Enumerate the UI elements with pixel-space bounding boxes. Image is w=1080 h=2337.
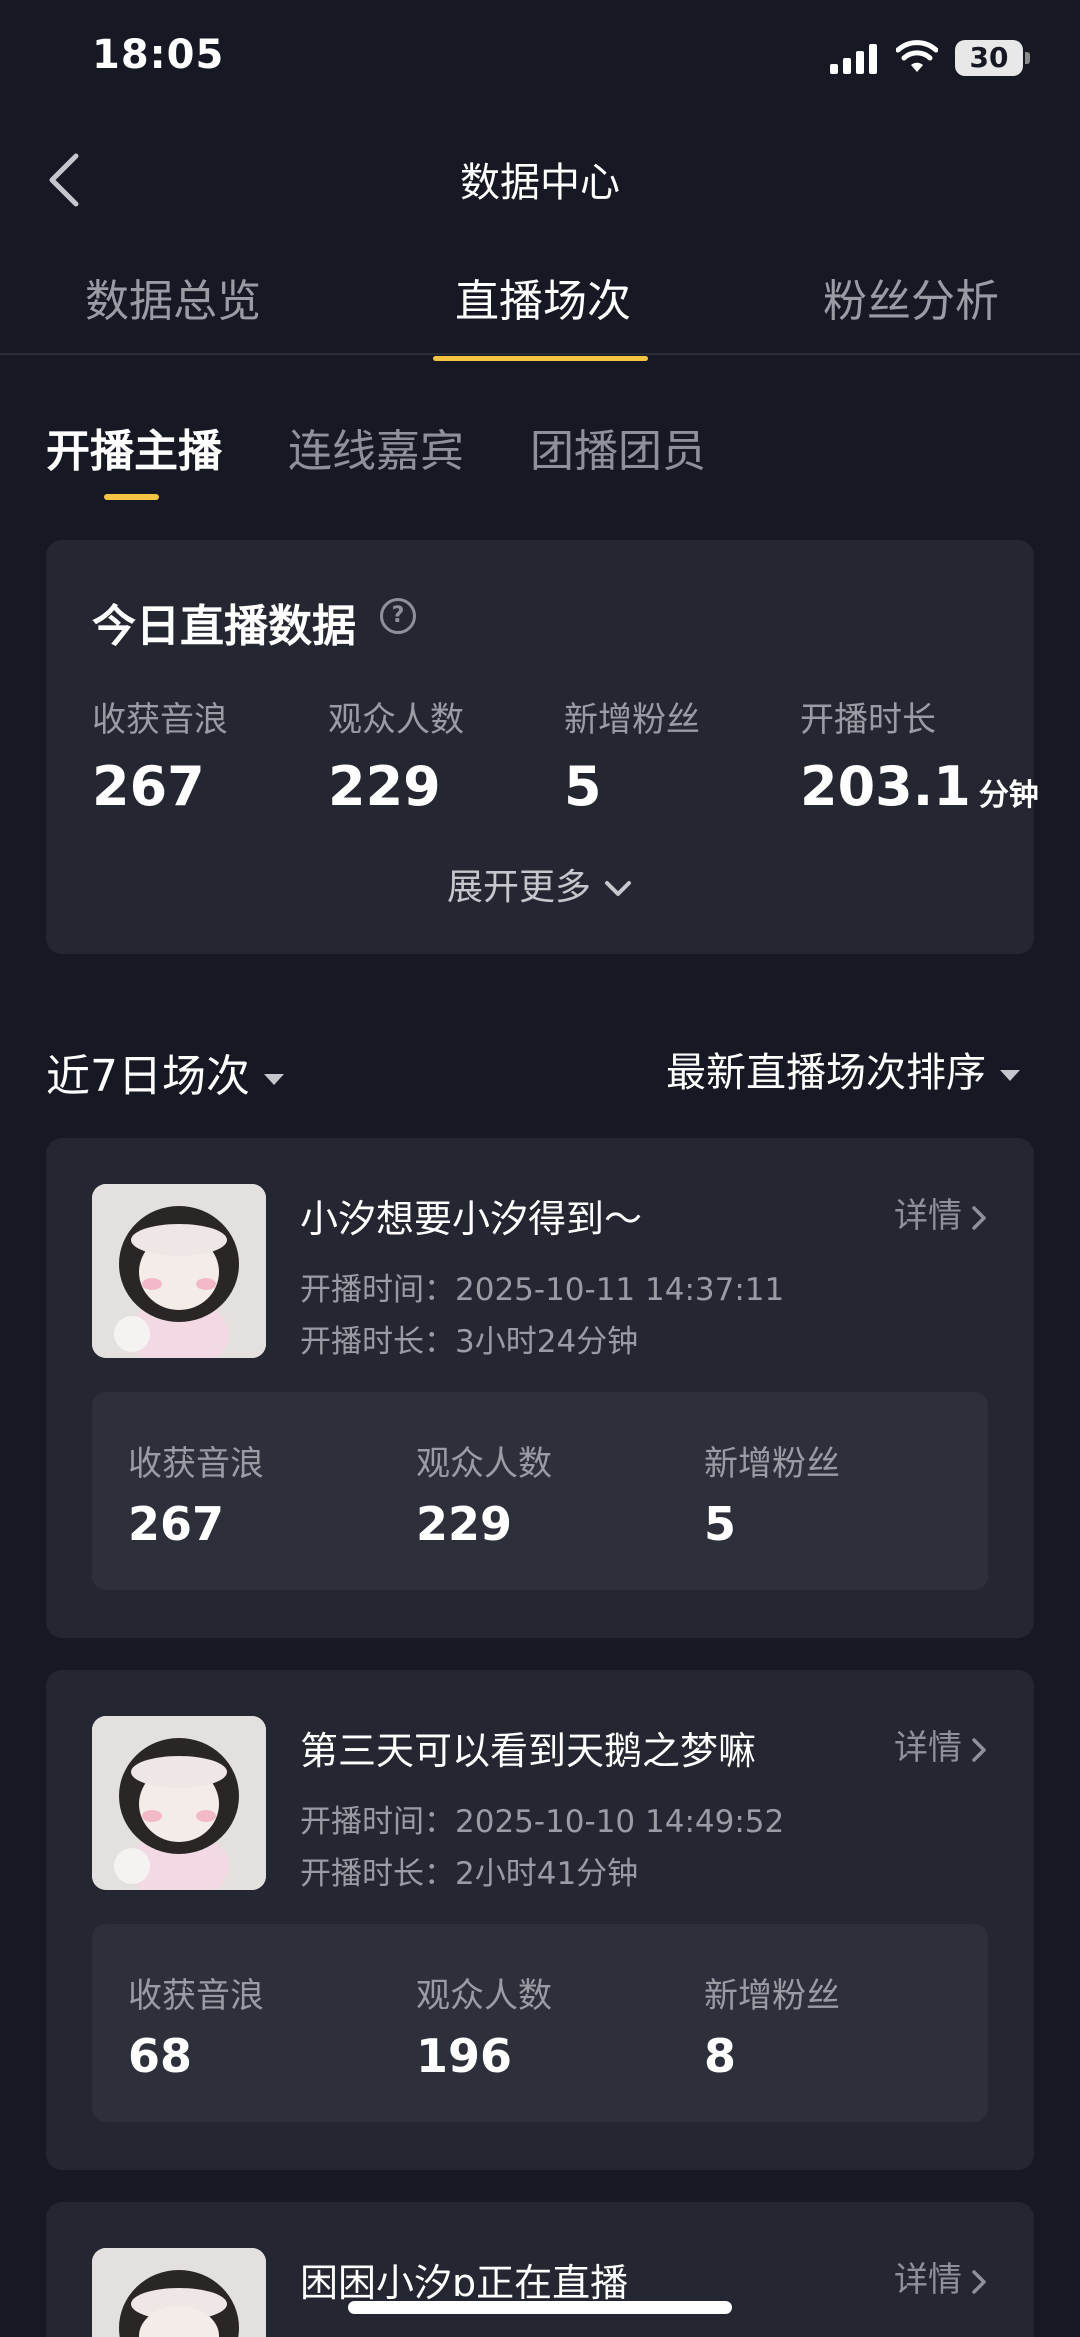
chevron-right-icon — [972, 2269, 986, 2294]
stat-unit: 分钟 — [978, 778, 1039, 813]
stat-label: 收获音浪 — [128, 1444, 264, 1484]
today-title: 今日直播数据 — [92, 601, 356, 652]
signal-icon — [830, 44, 877, 74]
session-thumbnail — [92, 1184, 266, 1358]
stat-label: 开播时长 — [800, 700, 936, 740]
stat-value: 267 — [128, 1497, 225, 1551]
session-card[interactable]: 困困小汐ɒ正在直播 详情 — [46, 2202, 1034, 2337]
tab-fan-analysis[interactable]: 粉丝分析 — [823, 265, 999, 329]
start-value: 2025-10-10 14:49:52 — [455, 1804, 785, 1840]
battery-cap — [1025, 52, 1030, 64]
duration-value: 3小时24分钟 — [455, 1324, 639, 1360]
stat-label: 收获音浪 — [92, 700, 228, 740]
stat-duration: 开播时长 203.1 分钟 — [800, 692, 1039, 818]
today-stats-card: 今日直播数据 ? 收获音浪 267 观众人数 229 新增粉丝 5 开播时长 2… — [46, 540, 1039, 954]
stat-label: 收获音浪 — [128, 1976, 264, 2016]
chevron-down-icon — [605, 881, 631, 896]
session-thumbnail — [92, 1716, 266, 1890]
session-thumbnail — [92, 2248, 266, 2337]
stat-value: 229 — [416, 1497, 513, 1551]
session-stat-gifts: 收获音浪 267 — [128, 1436, 264, 1551]
session-detail-link[interactable]: 详情 — [894, 1188, 988, 1237]
session-stats: 收获音浪 267 观众人数 229 新增粉丝 5 — [92, 1392, 988, 1590]
expand-more-button[interactable]: 展开更多 — [46, 858, 1034, 910]
session-stat-gifts: 收获音浪 68 — [128, 1968, 264, 2083]
stat-label: 观众人数 — [416, 1444, 552, 1484]
stat-value: 196 — [416, 2029, 513, 2083]
session-stat-viewers: 观众人数 196 — [416, 1968, 552, 2083]
active-tab-indicator — [433, 356, 648, 361]
chevron-right-icon — [972, 1737, 986, 1762]
stat-label: 观众人数 — [328, 700, 464, 740]
subtab-team[interactable]: 团播团员 — [530, 415, 706, 479]
expand-label: 展开更多 — [446, 867, 591, 908]
session-start-time: 开播时间：2025-10-10 14:49:52 — [300, 1796, 784, 1841]
page-title: 数据中心 — [460, 160, 620, 206]
session-stat-new-fans: 新增粉丝 8 — [704, 1968, 840, 2083]
doll-avatar-image — [92, 1184, 266, 1358]
duration-value: 2小时41分钟 — [455, 1856, 639, 1892]
stat-value: 229 — [328, 755, 441, 818]
start-value: 2025-10-11 14:37:11 — [455, 1272, 785, 1308]
stat-new-fans: 新增粉丝 5 — [564, 692, 700, 818]
session-duration: 开播时长：3小时24分钟 — [300, 1316, 638, 1361]
stat-value: 8 — [704, 2029, 737, 2083]
detail-label: 详情 — [894, 1196, 962, 1236]
session-title: 第三天可以看到天鹅之梦嘛 — [300, 1729, 757, 1773]
subtab-host[interactable]: 开播主播 — [46, 415, 222, 479]
stat-value: 68 — [128, 2029, 193, 2083]
detail-label: 详情 — [894, 1728, 962, 1768]
sort-dropdown[interactable]: 最新直播场次排序 — [666, 1040, 1020, 1098]
start-label: 开播时间： — [300, 1804, 455, 1840]
stat-value-wrap: 203.1 分钟 — [800, 755, 1039, 818]
battery-icon: 30 — [955, 40, 1023, 76]
stat-value: 203.1 — [800, 755, 971, 818]
session-title: 困困小汐ɒ正在直播 — [300, 2261, 629, 2305]
main-tabs: 数据总览 直播场次 粉丝分析 — [0, 265, 1080, 361]
session-stats: 收获音浪 68 观众人数 196 新增粉丝 8 — [92, 1924, 988, 2122]
caret-down-icon — [1000, 1069, 1020, 1081]
sub-tabs: 开播主播 连线嘉宾 团播团员 — [0, 415, 1080, 505]
stat-label: 新增粉丝 — [704, 1444, 840, 1484]
duration-label: 开播时长： — [300, 1856, 455, 1892]
stat-label: 观众人数 — [416, 1976, 552, 2016]
stat-value: 5 — [704, 1497, 737, 1551]
session-stat-new-fans: 新增粉丝 5 — [704, 1436, 840, 1551]
wifi-icon — [896, 40, 938, 72]
stat-value: 5 — [564, 755, 602, 818]
sort-label: 最新直播场次排序 — [666, 1050, 986, 1096]
doll-avatar-image — [92, 2248, 266, 2337]
status-time: 18:05 — [92, 32, 225, 78]
session-card[interactable]: 小汐想要小汐得到～ 详情 开播时间：2025-10-11 14:37:11 开播… — [46, 1138, 1034, 1638]
session-detail-link[interactable]: 详情 — [894, 1720, 988, 1769]
stat-value: 267 — [92, 755, 205, 818]
help-icon[interactable]: ? — [380, 598, 416, 634]
range-dropdown[interactable]: 近7日场次 — [46, 1040, 284, 1104]
stat-viewers: 观众人数 229 — [328, 692, 464, 818]
detail-label: 详情 — [894, 2260, 962, 2300]
tab-data-overview[interactable]: 数据总览 — [85, 265, 261, 329]
session-start-time: 开播时间：2025-10-11 14:37:11 — [300, 1264, 784, 1309]
active-subtab-indicator — [104, 494, 159, 500]
chevron-right-icon — [972, 1205, 986, 1230]
stat-label: 新增粉丝 — [564, 700, 700, 740]
range-label: 近7日场次 — [46, 1051, 250, 1102]
subtab-guest[interactable]: 连线嘉宾 — [288, 415, 464, 479]
home-indicator[interactable] — [348, 2301, 732, 2314]
tab-live-sessions[interactable]: 直播场次 — [455, 265, 631, 329]
session-detail-link[interactable]: 详情 — [894, 2252, 988, 2301]
caret-down-icon — [264, 1073, 284, 1085]
stat-label: 新增粉丝 — [704, 1976, 840, 2016]
session-duration: 开播时长：2小时41分钟 — [300, 1848, 638, 1893]
session-stat-viewers: 观众人数 229 — [416, 1436, 552, 1551]
start-label: 开播时间： — [300, 1272, 455, 1308]
stat-gifts: 收获音浪 267 — [92, 692, 228, 818]
session-card[interactable]: 第三天可以看到天鹅之梦嘛 详情 开播时间：2025-10-10 14:49:52… — [46, 1670, 1034, 2170]
session-title: 小汐想要小汐得到～ — [300, 1197, 643, 1241]
doll-avatar-image — [92, 1716, 266, 1890]
duration-label: 开播时长： — [300, 1324, 455, 1360]
